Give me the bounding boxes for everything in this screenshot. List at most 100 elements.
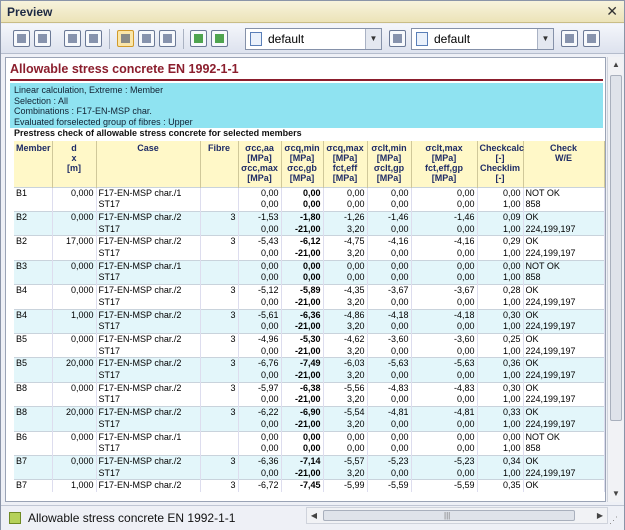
export-icon[interactable] — [190, 30, 207, 47]
horizontal-scrollbar[interactable]: ◀ ||| ▶ — [306, 507, 608, 524]
table-cell: 0,00 — [238, 394, 282, 407]
table-cell: -6,36 — [238, 454, 282, 468]
table-cell: 0,00 — [411, 199, 478, 212]
table-cell: ST17 — [96, 345, 201, 358]
refresh-icon[interactable] — [211, 30, 228, 47]
table-cell: F17-EN-MSP char./1 — [96, 430, 201, 444]
scroll-down-icon[interactable]: ▼ — [608, 486, 624, 502]
table-cell: -21,00 — [281, 394, 324, 407]
table-cell: 224,199,197 — [523, 370, 605, 383]
table-cell: B7 — [14, 454, 53, 468]
table-cell: -4,83 — [411, 381, 478, 395]
print-icon[interactable] — [85, 30, 102, 47]
vertical-scrollbar[interactable]: ▲ ▼ — [607, 57, 623, 502]
table-cell: 0,000 — [52, 454, 97, 468]
table-cell: F17-EN-MSP char./2 — [96, 210, 201, 224]
table-cell: OK — [523, 479, 605, 493]
table-cell: B5 — [14, 357, 53, 371]
table-cell: OK — [523, 210, 605, 224]
table-cell: 0,00 — [323, 430, 368, 444]
table-cell: NOT OK — [523, 430, 605, 444]
table-cell: 0,00 — [238, 223, 282, 236]
page-width-icon[interactable] — [138, 30, 155, 47]
table-cell: F17-EN-MSP char./2 — [96, 308, 201, 322]
table-cell: 0,00 — [367, 467, 412, 480]
table-cell: 1,00 — [477, 370, 524, 383]
chevron-down-icon[interactable]: ▼ — [537, 29, 553, 49]
table-cell: 0,00 — [238, 272, 282, 285]
table-cell: 0,00 — [411, 259, 478, 273]
table-cell: F17-EN-MSP char./2 — [96, 235, 201, 249]
table-cell: 17,000 — [52, 235, 97, 249]
table-row: B3 0,000 F17-EN-MSP char./1 0,00 0,00 0,00 0,0… — [14, 259, 605, 273]
table-cell: B4 — [14, 284, 53, 297]
table-cell: -5,63 — [367, 357, 412, 371]
table-cell: 0,00 — [367, 272, 412, 285]
table-cell: 0,000 — [52, 210, 97, 224]
table-cell: -21,00 — [281, 418, 324, 432]
scroll-right-icon[interactable]: ▶ — [593, 508, 607, 523]
table-cell: 0,29 — [477, 235, 524, 249]
table-row: ST17 0,00 -21,00 3,20 0,00 0,00 1,00 224,199,19… — [14, 223, 605, 236]
table-cell: F17-EN-MSP char./2 — [96, 332, 201, 346]
print-preview-icon[interactable] — [64, 30, 81, 47]
table-cell: 0,00 — [367, 223, 412, 236]
table-cell: 3 — [200, 235, 239, 249]
table-cell: ST17 — [96, 199, 201, 212]
table-cell: ST17 — [96, 272, 201, 285]
table-cell: 0,000 — [52, 186, 97, 200]
table-cell: -6,90 — [281, 406, 324, 419]
table-cell: B2 — [14, 235, 53, 249]
table-cell — [200, 223, 239, 236]
table-cell: -5,54 — [323, 406, 368, 419]
table-cell — [14, 296, 53, 310]
single-page-icon[interactable] — [159, 30, 176, 47]
table-cell: 0,28 — [477, 284, 524, 297]
settings-document-icon[interactable] — [389, 30, 406, 47]
table-cell: F17-EN-MSP char./2 — [96, 284, 201, 297]
style-select[interactable]: default ▼ — [411, 28, 554, 50]
table-cell: 0,00 — [238, 199, 282, 212]
table-cell: -4,75 — [323, 235, 368, 249]
pages-grid-icon[interactable] — [583, 30, 600, 47]
template-select[interactable]: default ▼ — [245, 28, 382, 50]
table-row: ST17 0,00 -21,00 3,20 0,00 0,00 1,00 224,199,19… — [14, 248, 605, 261]
table-cell: -5,56 — [323, 381, 368, 395]
scroll-thumb[interactable] — [610, 75, 622, 421]
table-cell: -7,49 — [281, 357, 324, 371]
table-cell: -1,80 — [281, 210, 324, 224]
table-cell — [200, 443, 239, 456]
info-line: Combinations : F17-EN-MSP char. — [14, 106, 152, 116]
title-divider — [10, 79, 603, 81]
table-cell: F17-EN-MSP char./2 — [96, 406, 201, 419]
col-check-calc: Checkcalc [-] Checklim [-] — [477, 141, 524, 187]
table-cell — [52, 248, 97, 261]
chevron-down-icon[interactable]: ▼ — [365, 29, 381, 49]
table-cell: -6,12 — [281, 235, 324, 249]
table-cell: 0,30 — [477, 381, 524, 395]
table-cell: 224,199,197 — [523, 223, 605, 236]
table-cell — [200, 186, 239, 200]
table-cell: 858 — [523, 272, 605, 285]
table-cell: 3,20 — [323, 223, 368, 236]
resize-grip-icon[interactable]: ⋰ — [609, 515, 621, 527]
close-icon[interactable]: ✕ — [606, 3, 618, 20]
scroll-up-icon[interactable]: ▲ — [608, 57, 624, 73]
scroll-left-icon[interactable]: ◀ — [307, 508, 321, 523]
grid-icon[interactable] — [561, 30, 578, 47]
table-row: B2 0,000 F17-EN-MSP char./2 3 -1,53 -1,80 -1,2… — [14, 210, 605, 224]
col-sigma-clt-min: σclt,min [MPa] σclt,gp [MPa] — [367, 141, 412, 187]
table-cell: 0,35 — [477, 479, 524, 493]
two-pages-icon[interactable] — [117, 30, 134, 47]
table-cell: OK — [523, 284, 605, 297]
table-cell: -4,96 — [238, 332, 282, 346]
copy-icon[interactable] — [13, 30, 30, 47]
table-cell: 0,33 — [477, 406, 524, 419]
table-cell — [200, 370, 239, 383]
document-icon[interactable] — [34, 30, 51, 47]
table-cell: OK — [523, 406, 605, 419]
table-cell: OK — [523, 308, 605, 322]
table-cell: F17-EN-MSP char./1 — [96, 186, 201, 200]
table-cell: 1,000 — [52, 479, 97, 493]
table-row: ST17 0,00 -21,00 3,20 0,00 0,00 1,00 224,199,19… — [14, 321, 605, 334]
